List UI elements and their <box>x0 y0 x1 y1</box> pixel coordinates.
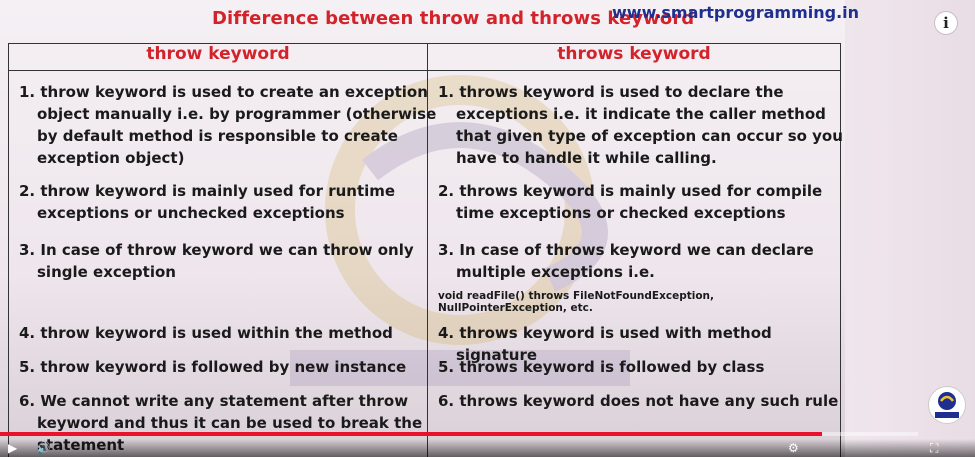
right-point-2: 2. throws keyword is mainly used for com… <box>438 182 823 222</box>
right-point-5: 5. throws keyword is followed by class <box>438 358 765 376</box>
channel-logo[interactable] <box>928 386 966 424</box>
player-controls: ▶ 🔊 ⚙ ⛶ <box>0 439 975 457</box>
right-point-1: 1. throws keyword is used to declare the… <box>438 83 843 167</box>
video-progress-fill <box>0 432 822 436</box>
left-point-1: 1. throw keyword is used to create an ex… <box>19 83 437 167</box>
video-frame[interactable]: Difference between throw and throws keyw… <box>0 0 975 457</box>
left-point-4: 4. throw keyword is used within the meth… <box>19 324 393 342</box>
left-point-3: 3. In case of throw keyword we can throw… <box>19 241 414 281</box>
play-icon[interactable]: ▶ <box>8 441 17 455</box>
right-point-3: 3. In case of throws keyword we can decl… <box>438 241 814 281</box>
code-example: void readFile() throws FileNotFoundExcep… <box>438 290 715 314</box>
info-icon[interactable]: i <box>935 12 957 34</box>
settings-icon[interactable]: ⚙ <box>788 441 799 455</box>
left-column: 1. throw keyword is used to create an ex… <box>8 70 436 457</box>
left-point-2: 2. throw keyword is mainly used for runt… <box>19 182 396 222</box>
comparison-table: throw keyword throws keyword 1. throw ke… <box>8 43 843 457</box>
right-column-heading: throws keyword <box>427 43 841 71</box>
right-point-6: 6. throws keyword does not have any such… <box>438 392 839 410</box>
left-point-5: 5. throw keyword is followed by new inst… <box>19 358 407 376</box>
volume-icon[interactable]: 🔊 <box>36 441 51 455</box>
right-column: 1. throws keyword is used to declare the… <box>427 70 843 457</box>
fullscreen-icon[interactable]: ⛶ <box>930 441 938 456</box>
logo-mark-icon <box>935 392 959 418</box>
left-column-heading: throw keyword <box>8 43 428 71</box>
site-url: www.smartprogramming.in <box>612 3 860 22</box>
